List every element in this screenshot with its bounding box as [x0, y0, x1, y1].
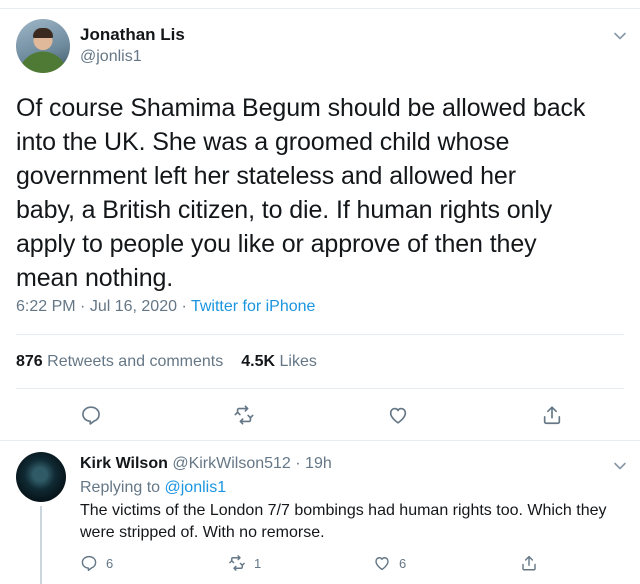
reply-reply-button[interactable]: 6 — [80, 553, 113, 573]
retweet-icon — [229, 555, 245, 571]
replying-to-line: Replying to @jonlis1 — [80, 479, 226, 497]
reply-header: Kirk Wilson @KirkWilson512 · 19h — [80, 455, 332, 473]
reply-retweet-count: 1 — [254, 555, 262, 571]
reply-author-name[interactable]: Kirk Wilson — [80, 455, 168, 472]
retweet-icon — [234, 405, 254, 425]
chevron-down-icon[interactable] — [613, 459, 627, 473]
likes-label: Likes — [279, 353, 317, 370]
tweet-stats: 876 Retweets and comments 4.5K Likes — [16, 353, 317, 371]
retweets-count: 876 — [16, 353, 43, 370]
retweets-stat[interactable]: 876 Retweets and comments — [16, 353, 223, 370]
reply-author-handle[interactable]: @KirkWilson512 — [172, 455, 291, 472]
heart-icon — [389, 407, 407, 424]
tweet-text: Of course Shamima Begum should be allowe… — [16, 94, 586, 292]
reply-icon — [81, 555, 97, 572]
reply-reply-count: 6 — [106, 555, 114, 571]
reply-button[interactable] — [80, 404, 102, 426]
tweet-time[interactable]: 6:22 PM — [16, 298, 76, 315]
tweet-date[interactable]: Jul 16, 2020 — [90, 298, 177, 315]
tweet-meta: 6:22 PM · Jul 16, 2020 · Twitter for iPh… — [16, 298, 315, 316]
tweet-divider — [0, 440, 640, 441]
replying-to-link[interactable]: @jonlis1 — [165, 479, 227, 496]
reply-age[interactable]: 19h — [305, 455, 332, 472]
author-name[interactable]: Jonathan Lis — [80, 25, 185, 45]
thread-line — [40, 506, 42, 584]
share-icon — [522, 555, 536, 571]
likes-count: 4.5K — [241, 353, 276, 370]
meta-separator: · — [75, 298, 90, 315]
meta-separator: · — [177, 298, 191, 315]
reply-like-count: 6 — [399, 555, 407, 571]
reply-avatar[interactable] — [16, 452, 66, 502]
share-button[interactable] — [541, 404, 563, 426]
divider — [16, 388, 624, 389]
reply-like-button[interactable]: 6 — [373, 553, 406, 573]
reply-share-button[interactable] — [520, 553, 546, 573]
chevron-down-icon[interactable] — [613, 29, 627, 43]
like-button[interactable] — [387, 404, 409, 426]
heart-icon — [375, 557, 389, 571]
tweet-source-link[interactable]: Twitter for iPhone — [191, 298, 316, 315]
top-divider — [0, 8, 640, 9]
divider — [16, 334, 624, 335]
reply-text: The victims of the London 7/7 bombings h… — [80, 502, 607, 541]
likes-stat[interactable]: 4.5K Likes — [241, 353, 317, 370]
reply-separator: · — [290, 455, 306, 472]
reply-retweet-button[interactable]: 1 — [228, 553, 261, 573]
retweets-label: Retweets and comments — [47, 353, 224, 370]
reply-icon — [82, 406, 100, 425]
author-handle[interactable]: @jonlis1 — [80, 48, 142, 66]
avatar[interactable] — [16, 19, 70, 73]
share-icon — [543, 406, 561, 425]
retweet-button[interactable] — [233, 404, 255, 426]
replying-label: Replying to — [80, 479, 161, 496]
